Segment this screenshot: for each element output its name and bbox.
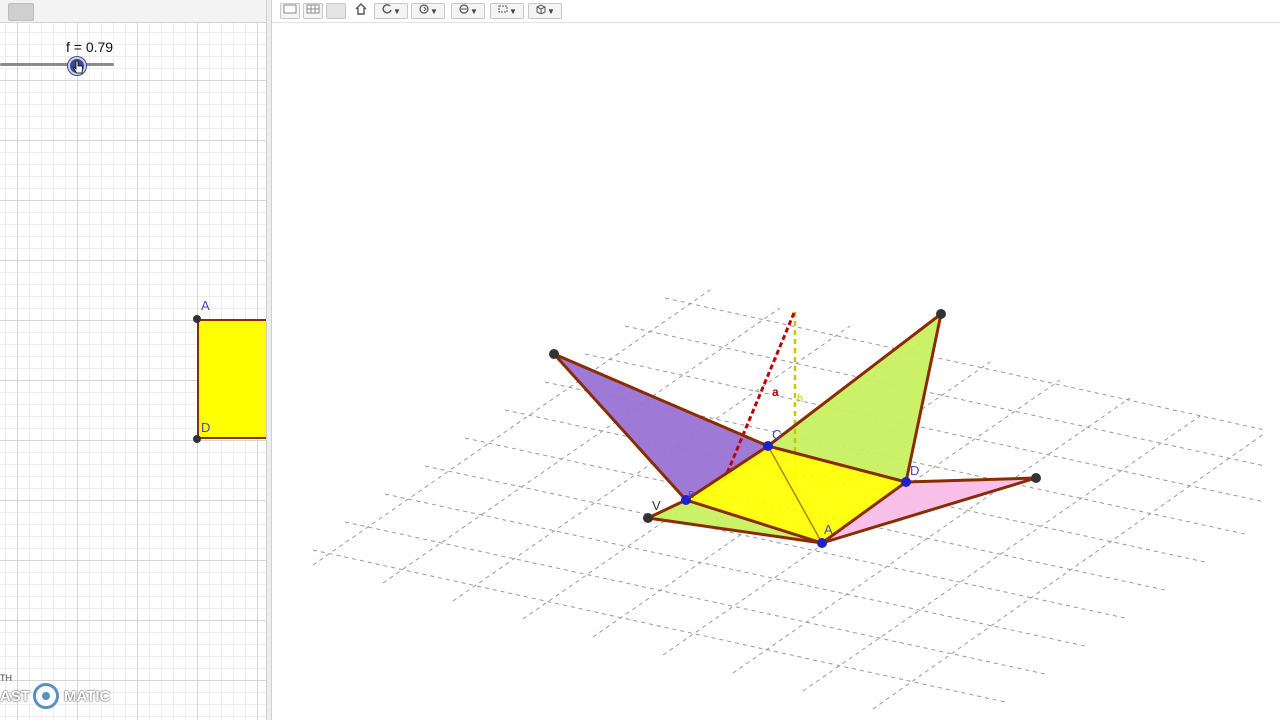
grid-toggle-icon[interactable] bbox=[303, 3, 323, 19]
axes-toggle-icon[interactable] bbox=[326, 3, 346, 19]
apex-point-left[interactable] bbox=[549, 349, 559, 359]
graphics-view-2d[interactable]: f = 0.79 A D TH AST MATIC bbox=[0, 0, 266, 720]
apex-point-right[interactable] bbox=[1031, 473, 1041, 483]
apex-point-top[interactable] bbox=[936, 309, 946, 319]
graphics-2d-toolbar bbox=[0, 0, 266, 23]
point-a-2d[interactable] bbox=[193, 315, 201, 323]
watermark-small-text: TH bbox=[0, 673, 12, 683]
point-d-label-2d: D bbox=[201, 420, 211, 435]
record-logo-icon bbox=[33, 683, 59, 709]
point-a[interactable] bbox=[817, 538, 827, 548]
point-a-label-2d: A bbox=[201, 298, 210, 313]
apex-point-v[interactable] bbox=[643, 513, 653, 523]
slider-track[interactable] bbox=[0, 63, 114, 66]
3d-object-icon[interactable]: ▼ bbox=[528, 3, 562, 19]
watermark-text-right: MATIC bbox=[64, 688, 111, 705]
graphics-style-icon[interactable] bbox=[280, 3, 300, 19]
rotate-view-icon[interactable]: ▼ bbox=[374, 3, 408, 19]
point-b[interactable] bbox=[681, 495, 691, 505]
hand-cursor-icon bbox=[73, 60, 83, 74]
point-c[interactable] bbox=[763, 441, 773, 451]
style-bar-button[interactable] bbox=[8, 3, 34, 21]
watermark-text-left: AST bbox=[0, 688, 30, 705]
slider-label: f = 0.79 bbox=[66, 39, 114, 55]
screencast-watermark: TH AST MATIC bbox=[0, 670, 140, 714]
projection-icon[interactable]: ▼ bbox=[490, 3, 524, 19]
clipping-icon[interactable]: ▼ bbox=[451, 3, 485, 19]
home-icon[interactable] bbox=[352, 3, 370, 19]
point-d-2d[interactable] bbox=[193, 435, 201, 443]
point-d[interactable] bbox=[901, 477, 911, 487]
graphics-3d-toolbar: ▼ ▼ ▼ ▼ ▼ bbox=[272, 0, 1280, 23]
view-direction-icon[interactable]: ▼ bbox=[411, 3, 445, 19]
graphics-view-3d[interactable]: ▼ ▼ ▼ ▼ ▼ bbox=[272, 0, 1280, 720]
